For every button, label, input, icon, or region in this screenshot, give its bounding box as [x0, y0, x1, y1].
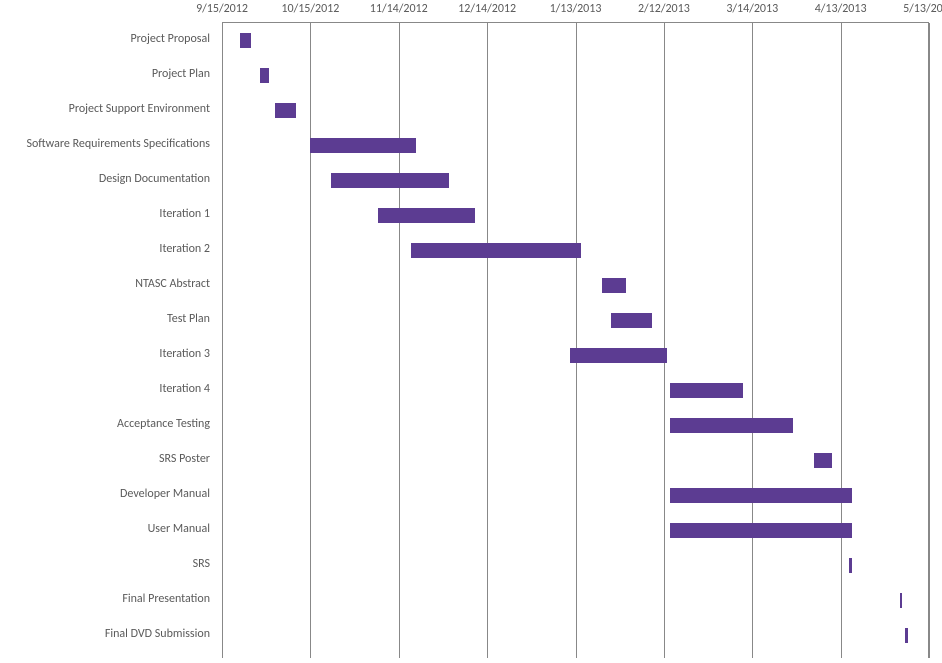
task-bar [900, 593, 903, 608]
x-tick-label: 2/12/2013 [638, 2, 690, 16]
task-bar [611, 313, 652, 328]
x-tick-label: 12/14/2012 [458, 2, 516, 16]
task-bar [905, 628, 908, 643]
x-tick-label: 10/15/2012 [281, 2, 339, 16]
task-bar [331, 173, 449, 188]
task-label: Iteration 4 [159, 382, 210, 396]
gridline [487, 23, 488, 658]
gridline [576, 23, 577, 658]
task-bar [670, 418, 794, 433]
task-bar [240, 33, 252, 48]
task-label: Iteration 1 [159, 207, 210, 221]
gridline [399, 23, 400, 658]
gridline [310, 23, 311, 658]
task-label: Project Proposal [130, 32, 210, 46]
task-bar [275, 103, 296, 118]
gridline [929, 23, 930, 658]
task-label: Iteration 2 [159, 242, 210, 256]
task-label: Design Documentation [99, 172, 210, 186]
task-label: Developer Manual [120, 487, 210, 501]
x-tick-label: 9/15/2012 [196, 2, 248, 16]
task-label: Test Plan [167, 312, 210, 326]
x-axis: 9/15/2012 10/15/2012 11/14/2012 12/14/2012 1… [0, 0, 942, 24]
task-bar [849, 558, 852, 573]
task-bar [670, 488, 853, 503]
task-label: User Manual [148, 522, 210, 536]
x-tick-label: 11/14/2012 [370, 2, 428, 16]
x-tick-label: 3/14/2013 [726, 2, 778, 16]
gantt-chart: 9/15/2012 10/15/2012 11/14/2012 12/14/2012 1… [0, 0, 942, 663]
gridline [841, 23, 842, 658]
x-tick-label: 5/13/2013 [903, 2, 942, 16]
task-label: Acceptance Testing [117, 417, 210, 431]
task-label: SRS Poster [159, 452, 210, 466]
gridline [664, 23, 665, 658]
task-label: Project Support Environment [69, 102, 210, 116]
gridline [222, 23, 223, 658]
task-bar [378, 208, 475, 223]
gridline [752, 23, 753, 658]
task-label: SRS [193, 557, 210, 571]
task-label: Final DVD Submission [105, 627, 210, 641]
task-label: Iteration 3 [159, 347, 210, 361]
task-label: Software Requirements Specifications [26, 137, 210, 151]
task-label: Project Plan [152, 67, 210, 81]
task-bar [260, 68, 269, 83]
task-label: Final Presentation [122, 592, 210, 606]
task-bar [411, 243, 582, 258]
task-bar [602, 278, 626, 293]
task-bar [814, 453, 832, 468]
plot-area [222, 22, 929, 658]
task-bar [570, 348, 667, 363]
task-bar [670, 383, 744, 398]
task-bar [310, 138, 416, 153]
x-tick-label: 1/13/2013 [550, 2, 602, 16]
task-bar [670, 523, 853, 538]
task-label: NTASC Abstract [135, 277, 210, 291]
x-tick-label: 4/13/2013 [815, 2, 867, 16]
